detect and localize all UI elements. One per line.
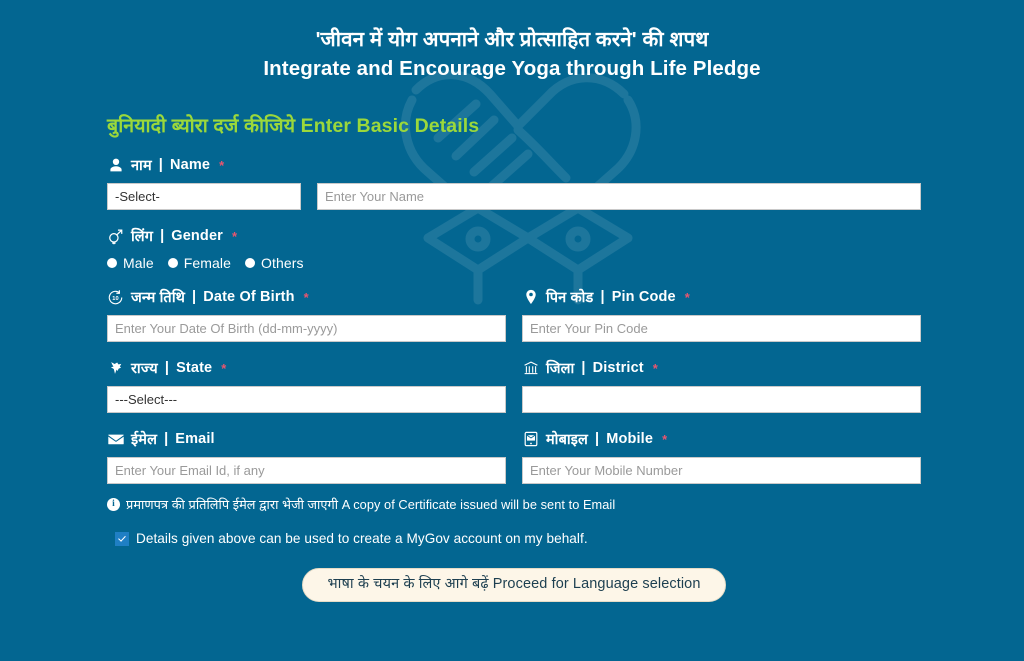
gender-radio-male[interactable]: Male — [107, 255, 154, 271]
mobile-label-hindi: मोबाइल — [546, 432, 589, 448]
name-label-english: Name — [170, 157, 211, 173]
mobile-label-english: Mobile — [606, 431, 654, 447]
pledge-form-page: 'जीवन में योग अपनाने और प्रोत्साहित करने… — [0, 0, 1024, 661]
gender-radio-female[interactable]: Female — [167, 255, 232, 271]
section-heading-hindi: बुनियादी ब्योरा दर्ज कीजिये — [107, 115, 296, 137]
mygov-consent-label: Details given above can be used to creat… — [136, 531, 588, 546]
submit-row: भाषा के चयन के लिए आगे बढ़ें Proceed for… — [107, 568, 921, 602]
gender-radio-others-label: Others — [261, 255, 304, 271]
basic-details-form: नाम | Name * -Select- Enter Your Name लि… — [107, 155, 921, 602]
field-group-state: राज्य | State * ---Select--- — [107, 358, 506, 413]
state-label-hindi: राज्य — [131, 361, 158, 377]
state-label: राज्य | State * — [107, 358, 506, 378]
india-map-icon — [107, 360, 124, 377]
dob-label-english: Date Of Birth — [203, 289, 295, 305]
gender-radio-others[interactable]: Others — [245, 255, 304, 271]
pincode-required-asterisk: * — [684, 289, 690, 305]
gender-label: लिंग | Gender * — [107, 226, 921, 246]
envelope-icon — [107, 431, 124, 448]
state-label-english: State — [176, 360, 213, 376]
dob-label-separator: | — [192, 289, 197, 305]
gender-radio-group: Male Female Others — [107, 255, 921, 271]
gender-icon — [107, 228, 124, 245]
state-select[interactable]: ---Select--- — [107, 386, 506, 413]
salutation-select[interactable]: -Select- — [107, 183, 301, 210]
certificate-email-note: i प्रमाणपत्र की प्रतिलिपि ईमेल द्वारा भे… — [107, 495, 921, 513]
mobile-label-separator: | — [595, 431, 600, 447]
field-group-mobile: मोबाइल | Mobile * — [522, 429, 921, 484]
row-dob-pincode: 10 जन्म तिथि | Date Of Birth * पिन कोड | — [107, 287, 921, 342]
svg-text:10: 10 — [112, 296, 119, 302]
mygov-consent-row[interactable]: Details given above can be used to creat… — [115, 531, 921, 546]
district-label-hindi: जिला — [546, 361, 575, 377]
dob-input[interactable] — [107, 315, 506, 342]
email-input[interactable] — [107, 457, 506, 484]
radio-dot-icon — [245, 258, 256, 268]
gender-radio-male-label: Male — [123, 255, 154, 271]
person-icon — [107, 157, 124, 174]
pincode-label: पिन कोड | Pin Code * — [522, 287, 921, 307]
mygov-consent-checkbox[interactable] — [115, 531, 129, 546]
info-icon: i — [107, 497, 120, 511]
district-label: जिला | District * — [522, 358, 921, 378]
radio-dot-icon — [107, 258, 117, 268]
name-label: नाम | Name * — [107, 155, 921, 175]
row-email-mobile: ईमेल | Email Enter Your Email Id, if any… — [107, 429, 921, 484]
state-label-separator: | — [164, 360, 170, 376]
certificate-email-note-text: प्रमाणपत्र की प्रतिलिपि ईमेल द्वारा भेजी… — [126, 497, 616, 512]
building-icon — [522, 360, 539, 377]
proceed-language-selection-button[interactable]: भाषा के चयन के लिए आगे बढ़ें Proceed for… — [302, 568, 726, 602]
email-label-hindi: ईमेल — [131, 432, 158, 448]
mobile-required-asterisk: * — [662, 431, 668, 447]
section-heading-english: Enter Basic Details — [300, 115, 480, 137]
calendar-date-icon: 10 — [107, 289, 124, 306]
pincode-label-hindi: पिन कोड — [546, 290, 594, 306]
dob-required-asterisk: * — [303, 289, 309, 305]
state-required-asterisk: * — [221, 360, 227, 376]
section-heading: बुनियादी ब्योरा दर्ज कीजिये Enter Basic … — [107, 111, 1024, 138]
pincode-input[interactable] — [522, 315, 921, 342]
name-label-separator: | — [158, 157, 163, 173]
field-group-email: ईमेल | Email — [107, 429, 506, 484]
pincode-label-english: Pin Code — [611, 289, 676, 305]
email-label-separator: | — [164, 431, 169, 447]
field-group-name: नाम | Name * -Select- — [107, 155, 921, 210]
name-required-asterisk: * — [219, 157, 225, 173]
radio-dot-icon — [167, 258, 178, 268]
gender-label-english: Gender — [171, 228, 223, 244]
gender-required-asterisk: * — [231, 228, 238, 244]
mobile-input[interactable] — [522, 457, 921, 484]
field-group-dob: 10 जन्म तिथि | Date Of Birth * — [107, 287, 506, 342]
field-group-pincode: पिन कोड | Pin Code * — [522, 287, 921, 342]
field-group-gender: लिंग | Gender * Male Female Others — [107, 226, 921, 271]
email-label-english: Email — [175, 431, 215, 447]
gender-label-separator: | — [160, 228, 165, 244]
district-select[interactable] — [522, 386, 921, 413]
pincode-label-separator: | — [600, 289, 605, 305]
row-state-district: राज्य | State * ---Select--- जिला | Dist… — [107, 358, 921, 413]
dob-label: 10 जन्म तिथि | Date Of Birth * — [107, 287, 506, 307]
district-label-separator: | — [581, 360, 586, 376]
district-required-asterisk: * — [652, 360, 659, 376]
map-pin-icon — [522, 289, 539, 306]
mobile-label: मोबाइल | Mobile * — [522, 429, 921, 449]
gender-radio-female-label: Female — [183, 255, 232, 271]
page-title-english: Integrate and Encourage Yoga through Lif… — [263, 57, 761, 80]
name-input[interactable] — [317, 183, 921, 210]
district-label-english: District — [592, 360, 644, 376]
name-label-hindi: नाम — [131, 158, 152, 174]
page-header: 'जीवन में योग अपनाने और प्रोत्साहित करने… — [0, 0, 1024, 83]
page-title-hindi: 'जीवन में योग अपनाने और प्रोत्साहित करने… — [315, 28, 709, 51]
email-label: ईमेल | Email — [107, 429, 506, 449]
gender-label-hindi: लिंग — [131, 229, 154, 245]
mobile-sms-icon — [522, 431, 539, 448]
field-group-district: जिला | District * — [522, 358, 921, 413]
dob-label-hindi: जन्म तिथि — [131, 290, 186, 306]
